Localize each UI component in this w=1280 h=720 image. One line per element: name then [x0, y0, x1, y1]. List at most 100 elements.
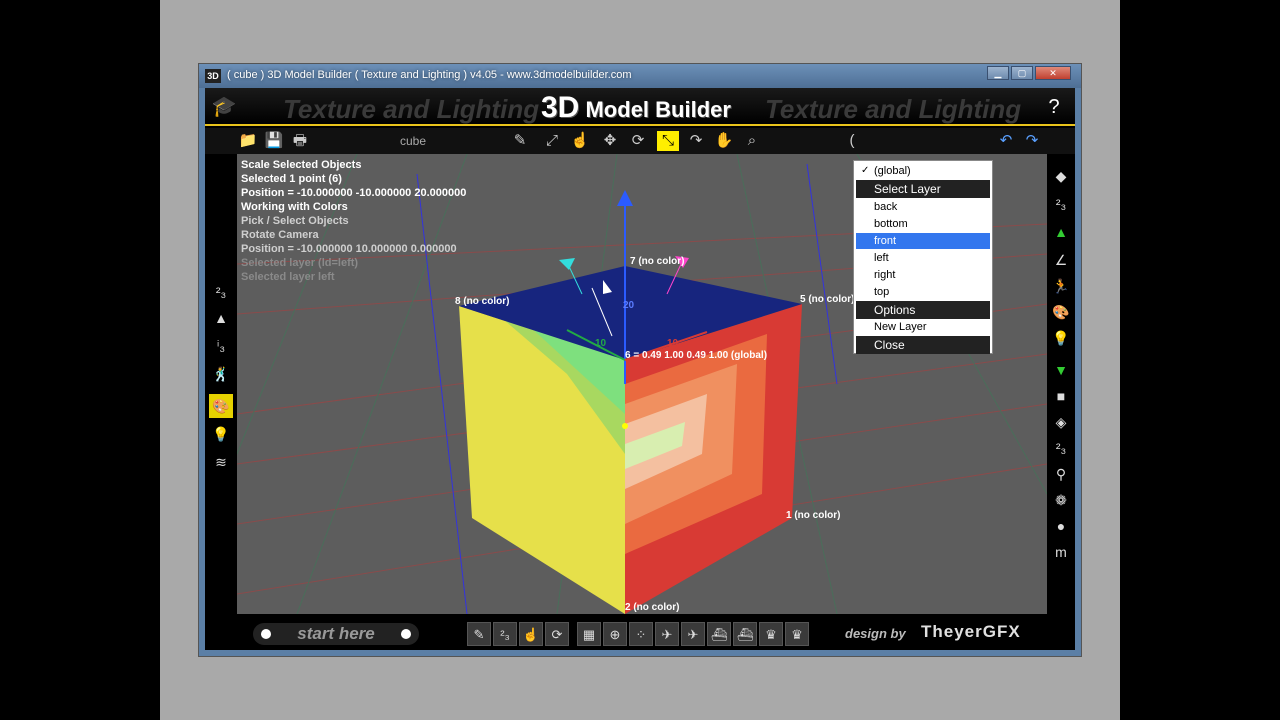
title-bar[interactable]: 3D ( cube ) 3D Model Builder ( Texture a…: [199, 64, 1081, 88]
black-cube-icon[interactable]: ■: [1049, 384, 1073, 408]
nodes-bottom-icon[interactable]: ⁘: [629, 622, 653, 646]
crown-2-icon[interactable]: ♛: [785, 622, 809, 646]
menu-item-bottom[interactable]: bottom: [856, 216, 990, 232]
color-cube-icon[interactable]: ◆: [1049, 164, 1073, 188]
left-toolbar: ²₃ ▲ ⁱ₃ 🕺 🎨 💡 ≋: [205, 154, 237, 614]
point-numbering-icon[interactable]: ⁱ₃: [209, 334, 233, 358]
bottom-bar: start here ✎ ²₃ ☝ ⟳ ▦ ⊕ ⁘ ✈ ✈ ⛴ ⛴ ♛ ♛ de…: [205, 614, 1075, 650]
numbering-icon[interactable]: ²₃: [209, 280, 233, 304]
pen-tool-icon[interactable]: ✎: [509, 131, 531, 151]
vertex-label-7: 7 (no color): [630, 256, 685, 267]
palette-right-icon[interactable]: 🎨: [1049, 300, 1073, 324]
axis-label-z: 20: [623, 300, 635, 311]
vertex-label-6: 6 = 0.49 1.00 0.49 1.00 (global): [625, 350, 768, 361]
start-dot-right-icon: [401, 629, 411, 639]
main-toolbar: 📁 💾 🖶 cube ✎ ⤢ ☝ ✥ ⟳ ⤡ ↷ ✋ ⌕ ( ↶ ↷: [205, 128, 1075, 154]
info-line-6: Rotate Camera: [241, 229, 319, 241]
redo-gray-icon[interactable]: ↷: [685, 131, 707, 151]
ship-1-icon[interactable]: ⛴: [707, 622, 731, 646]
graduate-icon[interactable]: 🎓: [209, 92, 239, 122]
document-name: cube: [400, 134, 427, 148]
menu-item-top[interactable]: top: [856, 284, 990, 300]
info-line-1: Scale Selected Objects: [241, 159, 362, 171]
rgb-cube-icon[interactable]: ◈: [1049, 410, 1073, 434]
scale-tool-icon[interactable]: ⤡: [657, 131, 679, 151]
maximize-icon[interactable]: ▢: [1011, 66, 1033, 80]
axis-label-y: 10: [595, 338, 607, 349]
window-title: ( cube ) 3D Model Builder ( Texture and …: [227, 69, 632, 81]
move-tool-icon[interactable]: ✥: [599, 131, 621, 151]
rgb-dots-icon[interactable]: ❁: [1049, 488, 1073, 512]
rotate-tool-icon[interactable]: ⟳: [627, 131, 649, 151]
menu-item-global[interactable]: ✓ (global): [856, 163, 990, 179]
vertex-label-1: 1 (no color): [786, 510, 841, 521]
numbering-bottom-icon[interactable]: ²₃: [493, 622, 517, 646]
hanger-icon[interactable]: ⚲: [1049, 462, 1073, 486]
menu-item-left[interactable]: left: [856, 250, 990, 266]
bulb-right-icon[interactable]: 💡: [1049, 326, 1073, 350]
crosshair-bottom-icon[interactable]: ⊕: [603, 622, 627, 646]
status-info-panel: Scale Selected Objects Selected 1 point …: [241, 158, 466, 284]
pen-tool-bottom-icon[interactable]: ✎: [467, 622, 491, 646]
green-triangle-icon[interactable]: ▲: [1049, 220, 1073, 244]
pink-figure-icon[interactable]: 🏃: [1049, 274, 1073, 298]
numbering-right2-icon[interactable]: ²₃: [1049, 436, 1073, 460]
info-line-2: Selected 1 point (6): [241, 173, 342, 185]
color-palette-icon[interactable]: 🎨: [209, 394, 233, 418]
app-logo: 3D Model Builder: [541, 91, 731, 125]
redo-icon[interactable]: ↷: [1021, 131, 1043, 151]
start-here-button[interactable]: start here: [253, 623, 419, 645]
jet-2-icon[interactable]: ✈: [681, 622, 705, 646]
help-icon[interactable]: ?: [1039, 92, 1069, 122]
ship-2-icon[interactable]: ⛴: [733, 622, 757, 646]
vertex-label-8: 8 (no color): [455, 296, 510, 307]
hand-select-icon[interactable]: ☝: [569, 131, 591, 151]
grid-bottom-icon[interactable]: ▦: [577, 622, 601, 646]
credit-name: TheyerGFX: [921, 622, 1021, 641]
jet-1-icon[interactable]: ✈: [655, 622, 679, 646]
zoom-icon[interactable]: ⌕: [741, 131, 763, 151]
banner: 🎓 Texture and Lighting 3D Model Builder …: [205, 88, 1075, 126]
hand-bottom-icon[interactable]: ☝: [519, 622, 543, 646]
app-window: 3D ( cube ) 3D Model Builder ( Texture a…: [198, 63, 1082, 657]
print-icon[interactable]: 🖶: [289, 131, 311, 151]
transform-tool-icon[interactable]: ⤢: [541, 131, 563, 151]
layer-menu-paren: (: [849, 132, 855, 149]
open-folder-icon[interactable]: 📁: [237, 131, 259, 151]
green-down-arrow-icon[interactable]: ▼: [1049, 358, 1073, 382]
sphere-icon[interactable]: ●: [1049, 514, 1073, 538]
layer-select-menu: ✓ (global) Select Layer back bottom front…: [853, 160, 993, 354]
logo-text: Model Builder: [585, 97, 731, 122]
banner-watermark-right: Texture and Lighting: [765, 94, 1022, 124]
pan-hand-icon[interactable]: ✋: [713, 131, 735, 151]
axis-label-x: 10: [667, 338, 679, 349]
menu-item-back[interactable]: back: [856, 199, 990, 215]
minimize-icon[interactable]: ▁: [987, 66, 1009, 80]
right-toolbar: ◆ ²₃ ▲ ∠ 🏃 🎨 💡 ▼ ■ ◈ ²₃ ⚲ ❁ ● m: [1047, 154, 1075, 614]
close-icon[interactable]: ✕: [1035, 66, 1071, 80]
crown-1-icon[interactable]: ♛: [759, 622, 783, 646]
info-line-8: Selected layer (ld=left): [241, 257, 359, 269]
info-line-5: Pick / Select Objects: [241, 215, 349, 227]
text-m-icon[interactable]: m: [1049, 540, 1073, 564]
lightbulb-icon[interactable]: 💡: [209, 422, 233, 446]
rotate-bottom-icon[interactable]: ⟳: [545, 622, 569, 646]
menu-item-close[interactable]: Close: [856, 336, 990, 354]
vertex-label-2: 2 (no color): [625, 602, 680, 613]
angle-icon[interactable]: ∠: [1049, 248, 1073, 272]
info-line-9: Selected layer left: [241, 271, 335, 283]
triangle-icon[interactable]: ▲: [209, 306, 233, 330]
menu-item-new-layer[interactable]: New Layer: [856, 319, 990, 335]
menu-item-front[interactable]: front: [856, 233, 990, 249]
info-line-4: Working with Colors: [241, 201, 348, 213]
menu-header-options: Options: [856, 301, 990, 319]
layers-icon[interactable]: ≋: [209, 450, 233, 474]
start-here-label: start here: [297, 624, 375, 643]
vertex-label-5: 5 (no color): [800, 294, 855, 305]
numbering-right-icon[interactable]: ²₃: [1049, 192, 1073, 216]
save-icon[interactable]: 💾: [263, 131, 285, 151]
menu-item-right[interactable]: right: [856, 267, 990, 283]
undo-icon[interactable]: ↶: [995, 131, 1017, 151]
figure-icon[interactable]: 🕺: [209, 362, 233, 386]
banner-watermark-left: Texture and Lighting: [283, 94, 540, 124]
